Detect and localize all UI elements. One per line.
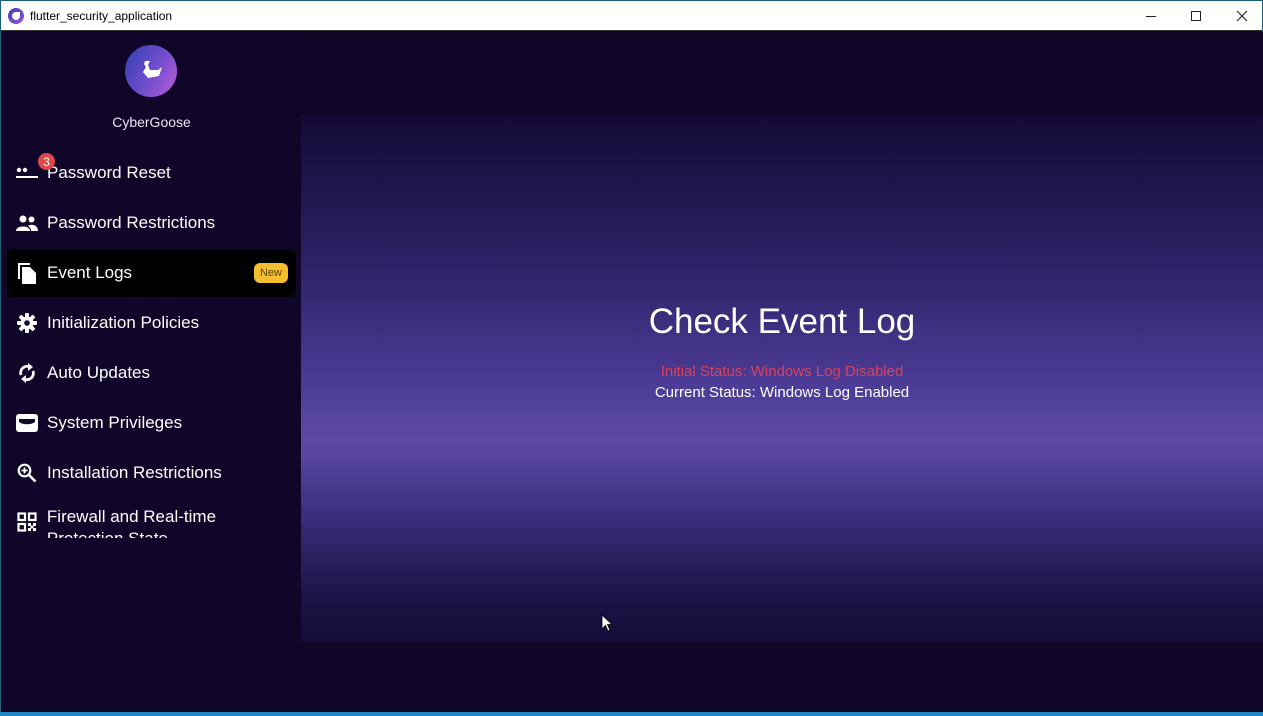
refresh-icon xyxy=(15,361,39,385)
sidebar-item-label: Password Restrictions xyxy=(47,213,216,232)
initial-status-text: Initial Status: Windows Log Disabled xyxy=(660,363,904,380)
page-title: Check Event Log xyxy=(648,302,916,341)
sidebar-item-label: Auto Updates xyxy=(47,363,151,382)
app-window: flutter_security_application CyberGoose … xyxy=(0,0,1263,716)
maximize-button[interactable] xyxy=(1173,1,1219,31)
sidebar-item-label: Firewall and Real-time Protection State xyxy=(46,507,217,538)
minimize-button[interactable] xyxy=(1128,1,1174,31)
brand-name: CyberGoose xyxy=(112,114,191,130)
sidebar-item-label: System Privileges xyxy=(47,413,183,432)
mouse-cursor-icon xyxy=(601,614,613,632)
sidebar-item-label: Password Reset xyxy=(47,163,171,182)
minimize-icon xyxy=(1146,15,1156,17)
app-icon xyxy=(8,7,24,24)
sidebar-item-password-restrictions[interactable]: Password Restrictions xyxy=(7,199,296,247)
main-content: Check Event Log Initial Status: Windows … xyxy=(301,32,1263,713)
maximize-icon xyxy=(1191,11,1201,21)
sidebar-item-password-reset[interactable]: 3 Password Reset xyxy=(7,149,296,197)
sidebar-item-installation-restrictions[interactable]: Installation Restrictions xyxy=(7,449,296,497)
sidebar-item-label: Initialization Policies xyxy=(47,313,200,332)
sidebar-item-label: Installation Restrictions xyxy=(47,463,222,482)
new-badge: New xyxy=(253,263,288,283)
people-icon xyxy=(15,211,39,235)
goose-icon xyxy=(143,61,162,78)
qr-code-icon xyxy=(15,510,39,534)
notification-badge: 3 xyxy=(38,153,55,170)
sidebar-item-initialization-policies[interactable]: Initialization Policies xyxy=(7,299,296,347)
current-status-text: Current Status: Windows Log Enabled xyxy=(654,384,910,401)
file-copy-icon xyxy=(15,261,39,285)
gear-icon xyxy=(15,311,39,335)
window-title: flutter_security_application xyxy=(30,8,173,23)
brand-logo xyxy=(125,45,177,97)
zoom-in-icon xyxy=(15,461,39,485)
sidebar-item-firewall[interactable]: Firewall and Real-time Protection State xyxy=(7,506,296,538)
sidebar: CyberGoose 3 Password Reset Password Res… xyxy=(2,32,301,713)
sidebar-item-event-logs[interactable]: Event Logs New xyxy=(7,249,296,297)
inbox-icon xyxy=(15,411,39,435)
password-icon: 3 xyxy=(15,153,55,185)
close-icon xyxy=(1236,10,1248,22)
sidebar-item-system-privileges[interactable]: System Privileges xyxy=(7,399,296,447)
title-bar: flutter_security_application xyxy=(1,1,1262,31)
sidebar-item-auto-updates[interactable]: Auto Updates xyxy=(7,349,296,397)
close-button[interactable] xyxy=(1219,1,1263,31)
sidebar-item-label: Event Logs xyxy=(47,263,133,282)
taskbar-edge xyxy=(0,712,1263,716)
